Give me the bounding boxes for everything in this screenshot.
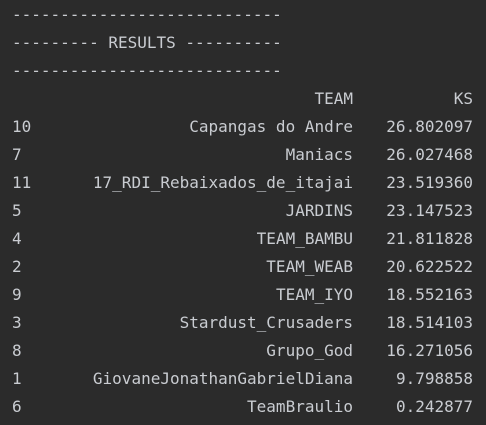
table-row: 11 17_RDI_Rebaixados_de_itajai 23.519360 [12,169,486,197]
row-index: 9 [12,285,22,304]
ks-value: 23.519360 [386,173,473,192]
table-row: 4 TEAM_BAMBU 21.811828 [12,225,486,253]
team-name: TeamBraulio [247,397,353,416]
table-row: 9 TEAM_IYO 18.552163 [12,281,486,309]
team-column-header: TEAM [314,89,353,108]
table-row: 6 TeamBraulio 0.242877 [12,393,486,421]
team-name: TEAM_IYO [275,285,353,304]
row-index: 10 [12,117,32,136]
row-index: 7 [12,145,22,164]
ks-value: 0.242877 [395,397,473,416]
table-row: 3 Stardust_Crusaders 18.514103 [12,309,486,337]
team-name: Capangas do Andre [189,117,353,136]
ks-value: 16.271056 [386,341,473,360]
ks-value: 9.798858 [395,369,473,388]
row-index: 11 [12,173,32,192]
ks-value: 21.811828 [386,229,473,248]
table-row: 10 Capangas do Andre 26.802097 [12,113,486,141]
console-output[interactable]: ---------------------------- --------- R… [0,1,486,425]
team-name: TEAM_WEAB [266,257,353,276]
separator-top: ---------------------------- [12,5,282,24]
ks-value: 18.514103 [386,313,473,332]
ks-value: 20.622522 [386,257,473,276]
table-header-row: TEAM KS [12,85,486,113]
table-row: 7 Maniacs 26.027468 [12,141,486,169]
table-row: 1 GiovaneJonathanGabrielDiana 9.798858 [12,365,486,393]
row-index: 1 [12,369,22,388]
team-name: Maniacs [285,145,353,164]
team-name: TEAM_BAMBU [256,229,353,248]
table-row: 2 TEAM_WEAB 20.622522 [12,253,486,281]
ks-column-header: KS [453,89,473,108]
results-banner: --------- RESULTS ---------- [12,33,282,52]
team-name: 17_RDI_Rebaixados_de_itajai [92,173,353,192]
ks-value: 18.552163 [386,285,473,304]
row-index: 6 [12,397,22,416]
team-name: Stardust_Crusaders [179,313,353,332]
ks-value: 23.147523 [386,201,473,220]
team-name: Grupo_God [266,341,353,360]
row-index: 8 [12,341,22,360]
table-row: 8 Grupo_God 16.271056 [12,337,486,365]
index-header [12,85,56,113]
row-index: 3 [12,313,22,332]
ks-value: 26.027468 [386,145,473,164]
team-name: GiovaneJonathanGabrielDiana [92,369,353,388]
row-index: 5 [12,201,22,220]
row-index: 4 [12,229,22,248]
separator-bottom: ---------------------------- [12,61,282,80]
row-index: 2 [12,257,22,276]
team-name: JARDINS [285,201,353,220]
table-row: 5 JARDINS 23.147523 [12,197,486,225]
ks-value: 26.802097 [386,117,473,136]
